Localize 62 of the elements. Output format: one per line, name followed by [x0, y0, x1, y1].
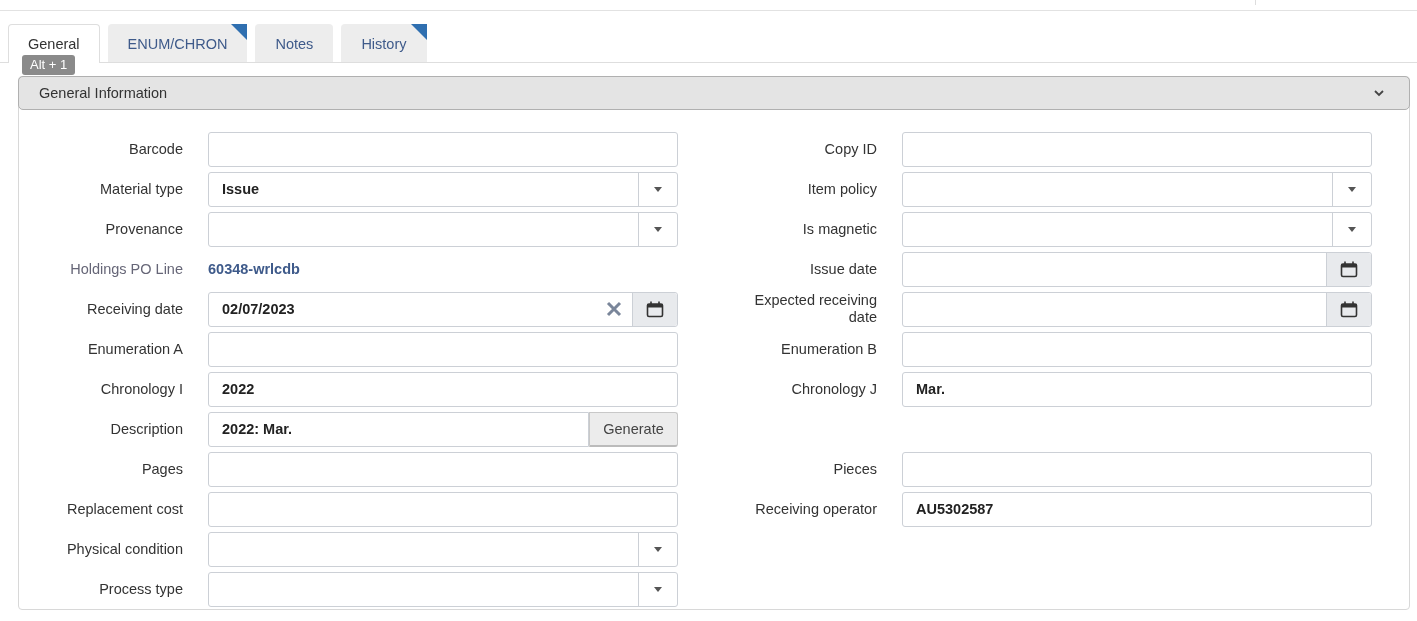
calendar-icon[interactable] — [646, 300, 664, 318]
text-field[interactable] — [902, 451, 1372, 487]
text-field[interactable]: AU5302587 — [902, 491, 1372, 527]
caret-icon — [1348, 226, 1356, 232]
field-label: Enumeration B — [780, 340, 878, 358]
field-label: Process type — [98, 580, 184, 598]
field-label: Chronology J — [790, 380, 878, 398]
caret-icon — [654, 226, 662, 232]
dropdown-field[interactable] — [208, 211, 678, 247]
corner-flag-icon — [231, 24, 248, 40]
field-label: Copy ID — [823, 140, 878, 158]
caret-icon — [654, 186, 662, 192]
generate-button[interactable]: Generate — [589, 411, 678, 447]
field-label: Issue date — [809, 260, 878, 278]
calendar-icon[interactable] — [1340, 300, 1358, 318]
field-label: Receiving date — [86, 300, 184, 318]
clear-icon[interactable] — [606, 301, 622, 317]
date-field[interactable]: 02/07/2023 — [208, 291, 678, 327]
dropdown-field[interactable] — [902, 171, 1372, 207]
field-label: Chronology I — [99, 380, 184, 398]
dropdown-field[interactable]: Issue — [208, 171, 678, 207]
field-label: Description — [109, 420, 184, 438]
field-label: Expected receiving date — [753, 292, 878, 326]
caret-icon — [654, 586, 662, 592]
field-label: Pieces — [832, 460, 878, 478]
date-field[interactable] — [902, 291, 1372, 327]
calendar-icon[interactable] — [1340, 260, 1358, 278]
dropdown-field[interactable] — [208, 571, 678, 607]
dropdown-field[interactable] — [902, 211, 1372, 247]
text-field[interactable] — [208, 451, 678, 487]
field-label: Pages — [140, 460, 184, 478]
tab[interactable]: Notes — [255, 24, 334, 62]
field-label: Barcode — [128, 140, 184, 158]
field-label: Receiving operator — [754, 500, 878, 518]
section-title: General Information — [39, 85, 168, 101]
caret-icon — [1348, 186, 1356, 192]
dropdown-field[interactable] — [208, 531, 678, 567]
field-label: Replacement cost — [65, 500, 184, 518]
po-line-link[interactable]: 60348-wrlcdb — [208, 261, 300, 277]
field-label: Physical condition — [65, 540, 184, 558]
field-label: Holdings PO Line — [69, 260, 184, 278]
text-field[interactable]: 2022 — [208, 371, 678, 407]
tab[interactable]: ENUM/CHRON — [107, 24, 248, 62]
shortcut-tooltip: Alt + 1 — [22, 55, 76, 75]
text-field[interactable]: 2022: Mar. — [208, 411, 589, 447]
date-field[interactable] — [902, 251, 1372, 287]
text-field[interactable] — [208, 131, 678, 167]
field-label: Item policy — [806, 180, 878, 198]
text-field[interactable] — [208, 491, 678, 527]
field-label: Provenance — [104, 220, 184, 238]
field-label: Enumeration A — [86, 340, 184, 358]
chevron-icon — [1373, 89, 1385, 97]
field-label: Is magnetic — [801, 220, 878, 238]
field-label: Material type — [99, 180, 184, 198]
tab[interactable]: History — [341, 24, 427, 62]
corner-flag-icon — [410, 24, 427, 40]
text-field[interactable] — [208, 331, 678, 367]
caret-icon — [654, 546, 662, 552]
text-field[interactable]: Mar. — [902, 371, 1372, 407]
text-field[interactable] — [902, 331, 1372, 367]
text-field[interactable] — [902, 131, 1372, 167]
section-header[interactable]: General Information — [18, 76, 1410, 110]
